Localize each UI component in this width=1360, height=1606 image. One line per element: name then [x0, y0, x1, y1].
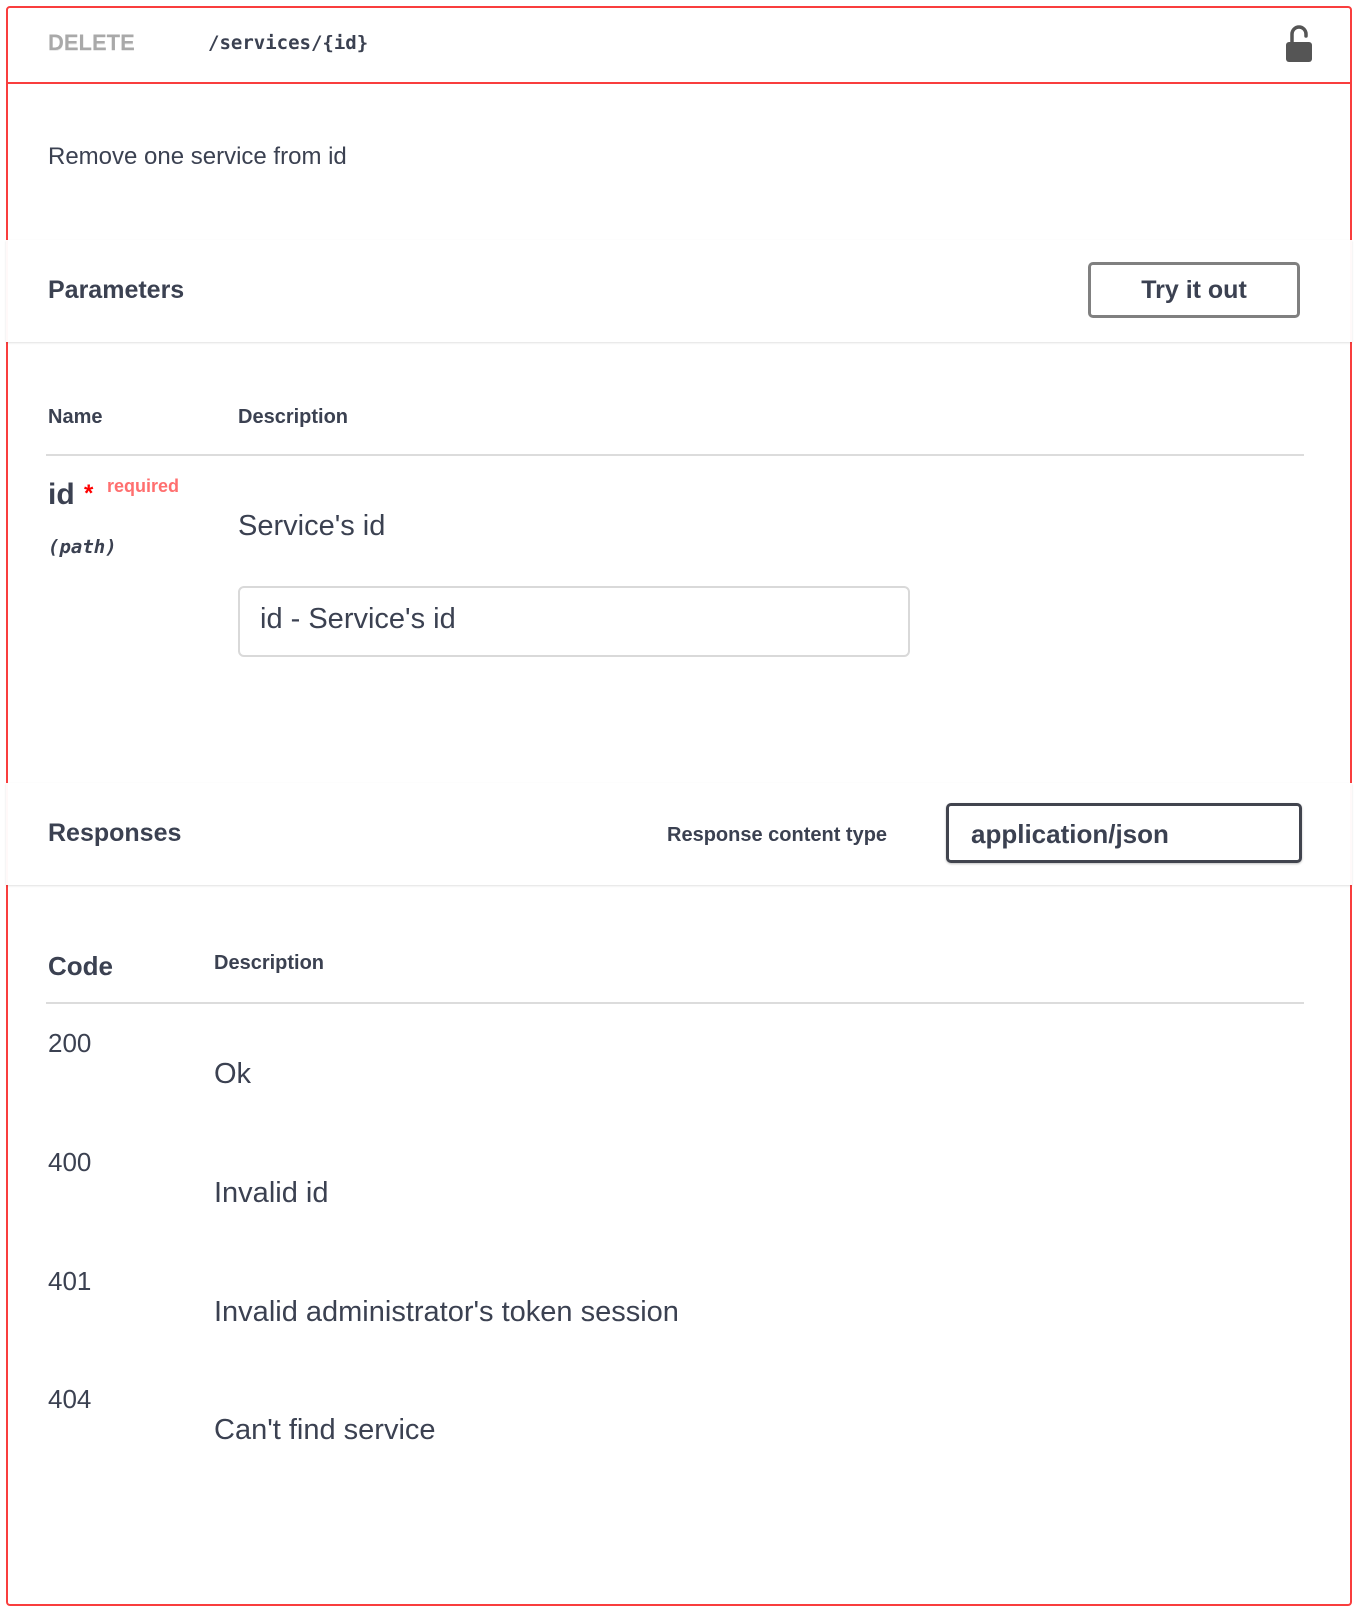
divider	[46, 1002, 1304, 1004]
id-parameter-input[interactable]: id - Service's id	[238, 586, 910, 657]
parameter-location: (path)	[48, 536, 117, 558]
http-method-badge: DELETE	[48, 30, 135, 55]
response-code: 400	[48, 1147, 92, 1177]
required-star: *	[84, 480, 94, 507]
response-code: 404	[48, 1384, 92, 1414]
operation-description: Remove one service from id	[48, 143, 347, 170]
divider	[46, 454, 1304, 456]
response-code: 401	[48, 1266, 92, 1296]
response-content-type-label: Response content type	[667, 824, 888, 846]
input-placeholder: id - Service's id	[260, 603, 456, 635]
responses-title: Responses	[48, 819, 182, 847]
operation-summary[interactable]: DELETE /services/{id}	[8, 8, 1350, 84]
parameters-header: Parameters Try it out	[6, 240, 1352, 342]
column-header-name: Name	[48, 406, 103, 428]
parameter-description: Service's id	[238, 510, 386, 542]
response-description: Invalid id	[214, 1177, 329, 1209]
try-it-out-button[interactable]: Try it out	[1088, 262, 1300, 318]
unlocked-padlock-icon[interactable]	[1284, 23, 1314, 63]
column-header-description: Description	[214, 952, 325, 974]
response-description: Ok	[214, 1058, 252, 1090]
response-description: Invalid administrator's token session	[214, 1296, 679, 1328]
parameters-title: Parameters	[48, 276, 185, 304]
parameter-name: id	[48, 478, 75, 511]
column-header-code: Code	[48, 951, 113, 981]
endpoint-path: /services/{id}	[208, 32, 369, 54]
responses-header: Responses Response content type applicat…	[6, 783, 1352, 885]
response-code: 200	[48, 1028, 92, 1058]
selected-content-type: application/json	[971, 819, 1169, 849]
delete-operation-block: DELETE /services/{id} Remove one service…	[6, 6, 1352, 1606]
column-header-description: Description	[238, 406, 349, 428]
response-content-type-select[interactable]: application/json	[946, 803, 1302, 863]
response-description: Can't find service	[214, 1414, 436, 1446]
required-label: required	[107, 476, 180, 496]
